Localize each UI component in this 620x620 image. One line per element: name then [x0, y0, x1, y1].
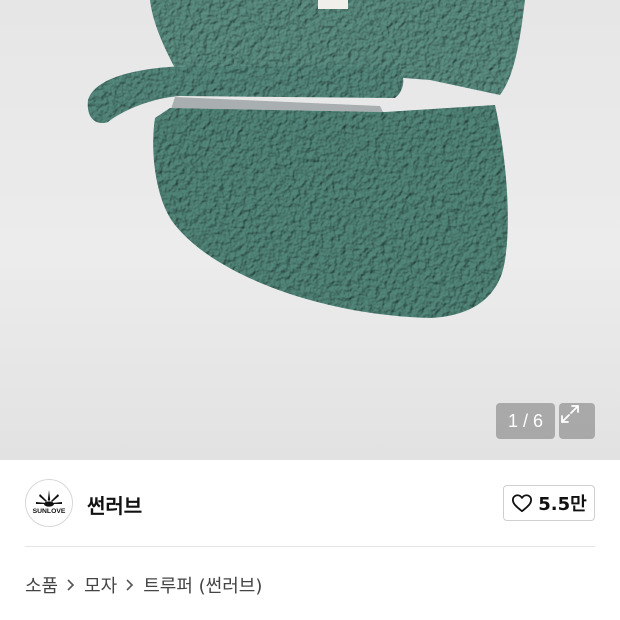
chevron-right-icon: [66, 578, 76, 592]
breadcrumb: 소품 모자 트루퍼 (썬러브): [25, 573, 262, 597]
like-button[interactable]: 5.5만: [503, 485, 595, 521]
expand-icon: [561, 405, 579, 423]
breadcrumb-item-subcategory[interactable]: 모자: [84, 572, 117, 598]
like-count: 5.5만: [538, 494, 587, 515]
chevron-right-icon: [125, 578, 135, 592]
brand-name[interactable]: 썬러브: [87, 490, 142, 519]
image-counter: 1 / 6: [496, 403, 555, 439]
product-image-gallery[interactable]: 1 / 6: [0, 0, 620, 460]
brand-logo[interactable]: SUNLOVE: [25, 479, 73, 527]
sunlove-logo: SUNLOVE: [33, 490, 66, 515]
heart-icon: [512, 494, 533, 513]
divider: [25, 546, 595, 547]
breadcrumb-item-category[interactable]: 소품: [25, 572, 58, 598]
logo-text: SUNLOVE: [33, 508, 66, 515]
expand-button[interactable]: [559, 403, 595, 439]
breadcrumb-item-product-type[interactable]: 트루퍼 (썬러브): [143, 572, 262, 598]
brand-row: SUNLOVE 썬러브 5.5만: [0, 460, 620, 546]
product-image: [87, 0, 525, 318]
